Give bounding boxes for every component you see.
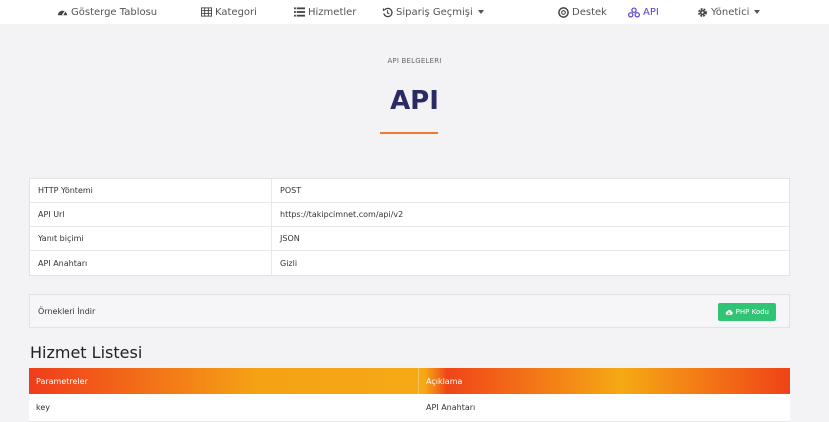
nav-order-history-label: Sipariş Geçmişi: [396, 6, 473, 18]
cloud-download-icon: [725, 308, 733, 316]
php-code-button[interactable]: PHP Kodu: [717, 303, 776, 321]
info-value: https://takipcimnet.com/api/v2: [280, 210, 404, 219]
nav-api[interactable]: API: [628, 0, 659, 24]
table-row: API Anahtarı Gizli: [30, 251, 789, 275]
table-row: HTTP Yöntemi POST: [30, 179, 789, 203]
info-value: POST: [280, 186, 302, 195]
service-list-table: Parametreler Açıklama key API Anahtarı: [29, 368, 790, 422]
history-icon: [381, 6, 393, 18]
info-value: Gizli: [280, 258, 298, 268]
api-icon: [628, 6, 640, 18]
table-row: key API Anahtarı: [29, 394, 790, 422]
info-value: JSON: [280, 234, 300, 243]
nav-services-label: Hizmetler: [308, 6, 357, 18]
nav-services[interactable]: Hizmetler: [293, 0, 356, 24]
nav-category-label: Kategori: [215, 6, 257, 18]
api-info-table: HTTP Yöntemi POST API Url https://takipc…: [29, 178, 790, 276]
description-cell: API Anahtarı: [426, 403, 476, 412]
table-row: API Url https://takipcimnet.com/api/v2: [30, 203, 789, 227]
table-icon: [200, 6, 212, 18]
service-list-heading: Hizmet Listesi: [30, 343, 143, 362]
column-header: Açıklama: [426, 376, 463, 386]
param-cell: key: [36, 403, 51, 412]
nav-dashboard[interactable]: Gösterge Tablosu: [56, 0, 157, 24]
nav-support-label: Destek: [572, 6, 607, 18]
table-row: Yanıt biçimi JSON: [30, 227, 789, 251]
nav-category[interactable]: Kategori: [200, 0, 257, 24]
info-key: Yanıt biçimi: [30, 227, 272, 250]
title-underline: [380, 132, 438, 134]
table-header: Parametreler Açıklama: [29, 368, 790, 394]
php-code-button-label: PHP Kodu: [735, 308, 769, 316]
gear-icon: [696, 6, 708, 18]
download-examples-label: Örnekleri İndir: [38, 306, 96, 316]
nav-support[interactable]: Destek: [557, 0, 607, 24]
dashboard-icon: [56, 6, 68, 18]
download-examples-panel: Örnekleri İndir PHP Kodu: [29, 294, 790, 328]
column-header: Parametreler: [29, 368, 419, 394]
nav-admin[interactable]: Yönetici: [696, 0, 761, 24]
nav-dashboard-label: Gösterge Tablosu: [71, 6, 158, 18]
info-key: API Url: [30, 203, 272, 226]
page-title: API: [390, 86, 439, 116]
info-key: HTTP Yöntemi: [30, 179, 272, 202]
nav-order-history[interactable]: Sipariş Geçmişi: [381, 0, 484, 24]
list-icon: [293, 6, 305, 18]
nav-admin-label: Yönetici: [711, 6, 750, 18]
chevron-down-icon: [477, 10, 484, 14]
support-icon: [557, 6, 569, 18]
top-navbar: Gösterge Tablosu Kategori Hizmetler Sipa…: [0, 0, 829, 24]
info-key: API Anahtarı: [30, 251, 272, 275]
nav-api-label: API: [643, 6, 659, 18]
section-kicker: API BELGELERI: [387, 57, 442, 65]
chevron-down-icon: [754, 10, 761, 14]
